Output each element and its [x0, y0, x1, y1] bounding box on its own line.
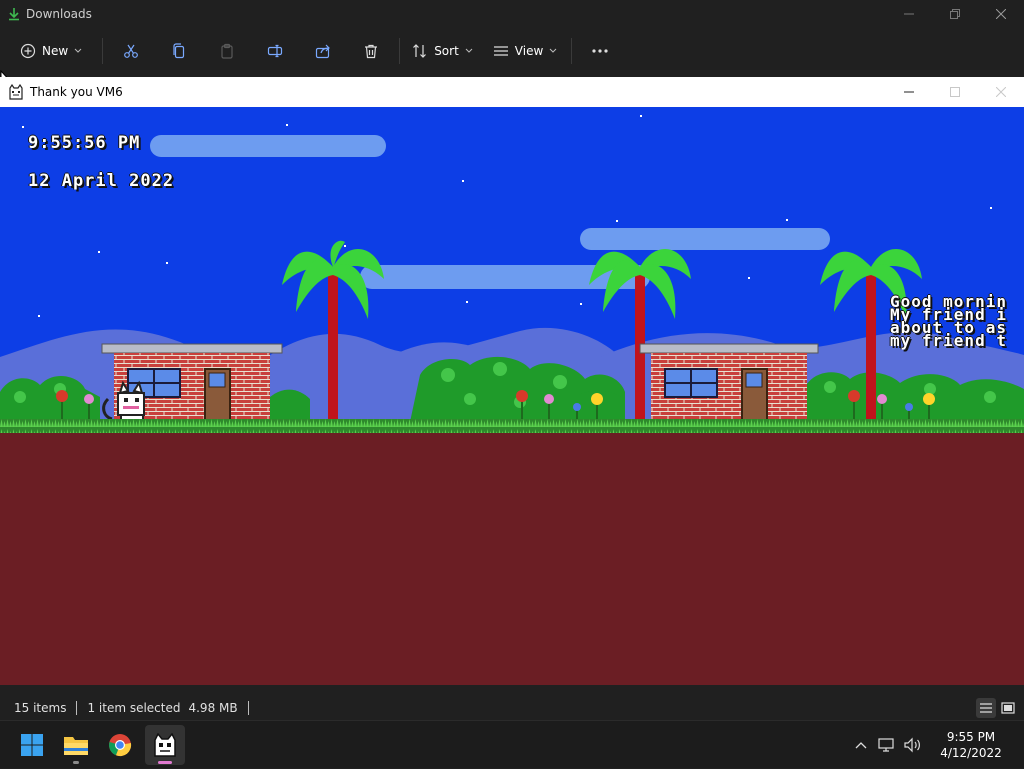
taskbar: 9:55 PM 4/12/2022: [0, 720, 1024, 768]
details-view-button[interactable]: [976, 698, 996, 718]
selection-count: 1 item selected: [87, 701, 181, 715]
clock-date: 12 April 2022: [28, 171, 175, 191]
ground: [0, 433, 1024, 685]
minimize-button[interactable]: [886, 0, 932, 28]
game-scene: [0, 107, 1024, 685]
tiles-view-button[interactable]: [998, 698, 1018, 718]
maximize-button[interactable]: [932, 77, 978, 107]
copy-button[interactable]: [155, 34, 203, 68]
close-icon: [996, 87, 1006, 97]
game-window-titlebar: Thank you VM6: [0, 77, 1024, 107]
cat-game-taskbar-button[interactable]: [145, 725, 185, 765]
explorer-titlebar: Downloads: [0, 0, 1024, 28]
file-explorer-taskbar-button[interactable]: [56, 725, 96, 765]
network-icon: [878, 738, 894, 752]
maximize-icon: [950, 87, 960, 97]
restore-icon: [950, 9, 960, 19]
minimize-button[interactable]: [886, 77, 932, 107]
view-label: View: [514, 44, 544, 58]
delete-button[interactable]: [347, 34, 395, 68]
close-button[interactable]: [978, 0, 1024, 28]
copy-icon: [173, 43, 185, 59]
cat-app-icon: [8, 84, 24, 100]
network-button[interactable]: [874, 732, 900, 758]
sort-button[interactable]: Sort: [404, 34, 481, 68]
new-button[interactable]: New: [14, 34, 88, 68]
brick-house: [639, 343, 819, 424]
taskbar-date: 4/12/2022: [940, 746, 1002, 760]
speaker-icon: [904, 737, 920, 753]
rename-icon: [268, 44, 283, 58]
dialog-text: Good mornin My friend i about to as my f…: [890, 294, 1007, 350]
start-button[interactable]: [12, 725, 52, 765]
minimize-icon: [904, 13, 914, 15]
sort-icon: [413, 44, 427, 58]
chevron-down-icon: [549, 48, 557, 53]
show-hidden-icons-button[interactable]: [848, 732, 874, 758]
chevron-down-icon: [74, 48, 82, 53]
status-divider: [247, 701, 249, 715]
tiles-view-icon: [1001, 702, 1015, 714]
taskbar-clock[interactable]: 9:55 PM 4/12/2022: [926, 729, 1016, 761]
cat-app-icon: [154, 733, 176, 757]
new-label: New: [42, 44, 69, 58]
system-tray: 9:55 PM 4/12/2022: [848, 721, 1024, 769]
game-window-title: Thank you VM6: [30, 85, 123, 99]
toolbar-divider: [399, 38, 401, 64]
active-indicator: [158, 761, 172, 764]
paste-button[interactable]: [203, 34, 251, 68]
more-options-button[interactable]: [576, 34, 624, 68]
toolbar-divider: [571, 38, 573, 64]
close-icon: [996, 9, 1006, 19]
folder-icon: [64, 737, 88, 755]
chrome-icon: [109, 734, 132, 757]
selection-size: 4.98 MB: [188, 701, 238, 715]
clock-time: 9:55:56 PM: [28, 133, 141, 153]
share-icon: [316, 44, 331, 59]
cut-button[interactable]: [107, 34, 155, 68]
explorer-window-controls: [886, 0, 1024, 28]
windows-logo-icon: [21, 734, 43, 756]
restore-button[interactable]: [932, 0, 978, 28]
item-count: 15 items: [14, 701, 67, 715]
view-button[interactable]: View: [485, 34, 565, 68]
download-icon: [9, 8, 19, 21]
chrome-taskbar-button[interactable]: [100, 725, 140, 765]
chevron-down-icon: [465, 48, 473, 53]
grass-strip: [0, 419, 1024, 433]
command-bar: New Sort View: [0, 28, 1024, 74]
window-title: Downloads: [26, 7, 92, 21]
paste-icon: [221, 43, 233, 59]
volume-button[interactable]: [900, 732, 926, 758]
status-divider: [76, 701, 78, 715]
more-icon: [592, 49, 608, 53]
plus-circle-icon: [20, 43, 36, 59]
rename-button[interactable]: [251, 34, 299, 68]
scissors-icon: [124, 44, 139, 58]
taskbar-time: 9:55 PM: [946, 730, 996, 744]
game-canvas[interactable]: 9:55:56 PM 12 April 2022 Good mornin My …: [0, 107, 1024, 685]
toolbar-divider: [102, 38, 104, 64]
running-indicator: [73, 761, 79, 764]
share-button[interactable]: [299, 34, 347, 68]
list-view-icon: [493, 46, 508, 56]
dialog-line: my friend t: [890, 331, 1007, 350]
minimize-icon: [904, 91, 914, 93]
details-view-icon: [980, 703, 992, 713]
sort-label: Sort: [434, 44, 459, 58]
chevron-up-icon: [855, 742, 867, 749]
view-switcher: [976, 698, 1018, 718]
game-window-controls: [886, 77, 1024, 107]
trash-icon: [365, 44, 378, 59]
close-button[interactable]: [978, 77, 1024, 107]
